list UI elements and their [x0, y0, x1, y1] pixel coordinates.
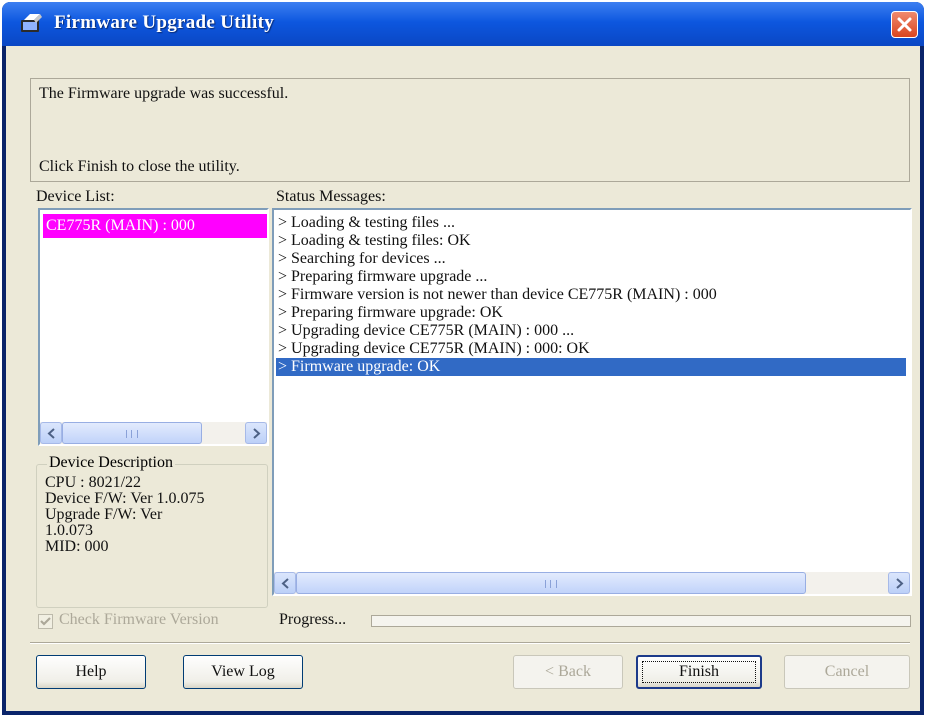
status-message[interactable]: > Preparing firmware upgrade: OK: [276, 304, 503, 322]
status-message[interactable]: > Firmware version is not newer than dev…: [276, 286, 717, 304]
mid-info: MID: 000: [45, 538, 109, 555]
scroll-right-button[interactable]: [245, 422, 267, 444]
arrow-left-icon: [281, 578, 289, 589]
check-firmware-label: Check Firmware Version: [59, 611, 219, 628]
device-list-item[interactable]: CE775R (MAIN) : 000: [43, 214, 267, 238]
finish-instruction: Click Finish to close the utility.: [39, 158, 240, 175]
scroll-thumb[interactable]: [296, 572, 806, 594]
close-icon: [897, 17, 912, 32]
back-button[interactable]: < Back: [513, 655, 623, 689]
device-list-label: Device List:: [36, 188, 115, 205]
upgrade-firmware-label: Upgrade F/W: Ver: [45, 506, 163, 523]
status-hscrollbar[interactable]: [274, 572, 910, 594]
title-bar[interactable]: Firmware Upgrade Utility: [2, 2, 924, 46]
cancel-button[interactable]: Cancel: [784, 655, 910, 689]
device-firmware-version: Device F/W: Ver 1.0.075: [45, 490, 205, 507]
success-message: The Firmware upgrade was successful.: [39, 85, 289, 102]
dialog-body: The Firmware upgrade was successful. Cli…: [6, 46, 920, 711]
view-log-button[interactable]: View Log: [183, 655, 303, 689]
button-separator: [30, 642, 910, 644]
status-messages-label: Status Messages:: [276, 188, 386, 205]
arrow-right-icon: [896, 578, 904, 589]
arrow-left-icon: [47, 428, 55, 439]
upgrade-firmware-version: 1.0.073: [45, 522, 93, 539]
scroll-left-button[interactable]: [274, 572, 296, 594]
scroll-thumb[interactable]: [62, 422, 202, 444]
progress-label: Progress...: [279, 611, 347, 628]
device-description-group: Device Description CPU : 8021/22 Device …: [36, 454, 268, 608]
checkmark-icon: [40, 617, 51, 626]
status-message[interactable]: > Preparing firmware upgrade ...: [276, 268, 487, 286]
message-panel: The Firmware upgrade was successful. Cli…: [30, 78, 910, 182]
check-firmware-checkbox[interactable]: [38, 614, 53, 629]
device-list-hscrollbar[interactable]: [40, 422, 267, 444]
status-message[interactable]: > Upgrading device CE775R (MAIN) : 000: …: [276, 340, 590, 358]
status-message-selected[interactable]: > Firmware upgrade: OK: [276, 358, 906, 376]
firmware-upgrade-window: Firmware Upgrade Utility The Firmware up…: [2, 2, 924, 715]
arrow-right-icon: [253, 428, 261, 439]
window-title: Firmware Upgrade Utility: [54, 12, 275, 33]
scroll-right-button[interactable]: [888, 572, 910, 594]
status-message[interactable]: > Loading & testing files: OK: [276, 232, 471, 250]
focus-rectangle: [642, 661, 756, 683]
device-description-title: Device Description: [47, 454, 175, 472]
scroll-left-button[interactable]: [40, 422, 62, 444]
progress-bar: [371, 615, 911, 627]
status-message[interactable]: > Upgrading device CE775R (MAIN) : 000 .…: [276, 322, 574, 340]
cpu-info: CPU : 8021/22: [45, 474, 142, 491]
device-list[interactable]: CE775R (MAIN) : 000: [38, 208, 269, 446]
close-button[interactable]: [891, 11, 918, 38]
status-messages-list[interactable]: > Loading & testing files ... > Loading …: [272, 208, 912, 596]
help-button[interactable]: Help: [36, 655, 146, 689]
status-message[interactable]: > Loading & testing files ...: [276, 214, 455, 232]
firmware-app-icon: [21, 14, 42, 32]
status-message[interactable]: > Searching for devices ...: [276, 250, 446, 268]
finish-button[interactable]: Finish: [636, 655, 762, 689]
